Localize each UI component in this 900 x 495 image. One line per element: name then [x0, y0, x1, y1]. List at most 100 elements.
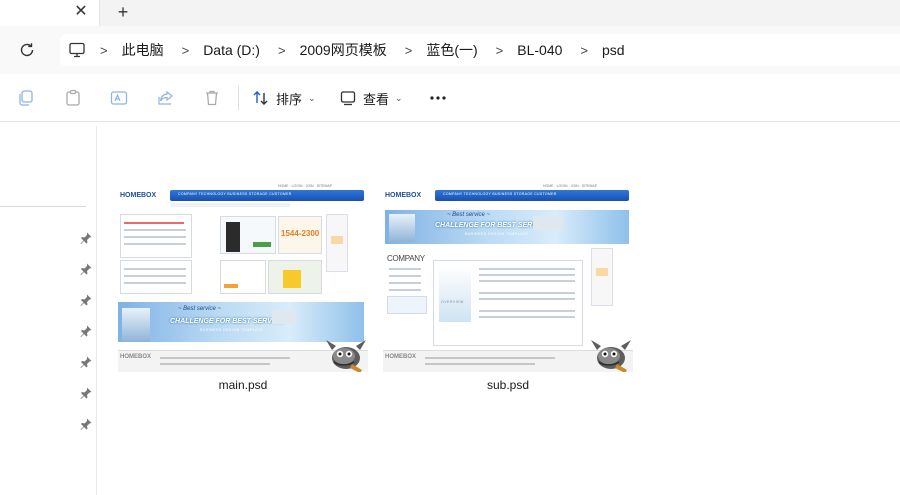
chevron-right-icon: > — [404, 42, 413, 58]
thumbnail-footer-line — [160, 363, 270, 365]
chevron-right-icon: > — [277, 42, 286, 58]
thumbnail-quickmenu — [591, 248, 613, 306]
thumbnail-line — [389, 289, 421, 291]
thumbnail-footer-line — [425, 363, 535, 365]
gimp-app-icon — [326, 340, 366, 372]
thumbnail-board-box — [120, 260, 192, 294]
thumbnail-line — [479, 310, 575, 312]
file-name[interactable]: sub.psd — [383, 378, 633, 392]
address-bar: > 此电脑 > Data (D:) > 2009网页模板 > 蓝色(一) > B… — [0, 26, 900, 74]
thumbnail-quickmenu-item — [596, 268, 608, 276]
thumbnail-company-heading: COMPANY — [387, 254, 425, 263]
breadcrumb-folder-psd[interactable]: psd — [602, 42, 625, 58]
breadcrumb-folder-templates[interactable]: 2009网页模板 — [300, 40, 387, 60]
pin-icon[interactable] — [79, 231, 93, 245]
sort-label: 排序 — [276, 91, 303, 107]
share-icon[interactable] — [156, 88, 176, 108]
thumbnail-line — [479, 274, 575, 276]
thumbnail-banner-buildings — [389, 214, 415, 242]
thumbnail-building — [283, 270, 301, 288]
view-label: 查看 — [363, 91, 390, 107]
copy-icon[interactable] — [16, 88, 36, 108]
thumbnail-footer-line — [425, 357, 555, 359]
thumbnail-banner-device — [272, 310, 296, 324]
thumbnail-line — [124, 275, 186, 277]
thumbnail-side-banner — [387, 296, 427, 314]
thumbnail-logo: HOMEBOX — [120, 192, 157, 199]
thumbnail-topmenu: HOME · LOGIN · JOIN · SITEMAP — [278, 184, 333, 188]
thumbnail-orange-button — [224, 284, 238, 288]
toolbar-divider — [238, 86, 239, 110]
file-thumbnail[interactable]: HOME · LOGIN · JOIN · SITEMAP HOMEBOX CO… — [383, 182, 633, 372]
this-pc-icon[interactable] — [68, 41, 86, 59]
pin-icon[interactable] — [79, 262, 93, 276]
thumbnail-line — [389, 275, 421, 277]
thumbnail-line — [479, 316, 575, 318]
sort-icon — [253, 91, 268, 105]
active-tab[interactable]: ✕ — [0, 0, 100, 26]
command-bar: 排序 ⌄ 查看 ⌄ — [0, 74, 900, 122]
chevron-right-icon: > — [495, 42, 504, 58]
thumbnail-line — [479, 298, 575, 300]
thumbnail-nav-text: COMPANY TECHNOLOGY BUSINESS STORAGE CUST… — [178, 192, 292, 196]
chevron-down-icon: ⌄ — [308, 92, 316, 103]
thumbnail-info-box — [220, 260, 266, 294]
paste-icon[interactable] — [63, 88, 83, 108]
thumbnail-banner-device — [533, 216, 563, 230]
breadcrumb[interactable]: > 此电脑 > Data (D:) > 2009网页模板 > 蓝色(一) > B… — [60, 34, 900, 66]
refresh-icon[interactable] — [16, 39, 38, 61]
sort-button[interactable]: 排序 ⌄ — [252, 86, 316, 110]
view-icon — [340, 91, 356, 106]
thumbnail-logo: HOMEBOX — [385, 192, 422, 199]
file-name[interactable]: main.psd — [118, 378, 368, 392]
thumbnail-banner-script: ~ Best service ~ — [178, 306, 222, 312]
thumbnail-subnav — [170, 203, 290, 207]
delete-icon[interactable] — [202, 88, 222, 108]
rename-icon[interactable] — [109, 88, 129, 108]
thumbnail-banner-buildings — [122, 308, 150, 342]
view-button[interactable]: 查看 ⌄ — [339, 86, 403, 110]
thumbnail-line — [124, 243, 186, 245]
thumbnail-banner-title: CHALLENGE FOR BEST SERVICE — [170, 318, 284, 325]
thumbnail-green-button — [253, 242, 271, 247]
chevron-right-icon: > — [181, 42, 190, 58]
navigation-pane — [0, 126, 97, 495]
thumbnail-phone: 1544-2300 — [281, 229, 320, 238]
thumbnail-overview-label: OVERVIEW — [441, 300, 464, 304]
pin-icon[interactable] — [79, 417, 93, 431]
thumbnail-footer-line — [160, 357, 290, 359]
chevron-right-icon: > — [580, 42, 588, 58]
file-thumbnail[interactable]: HOME · LOGIN · JOIN · SITEMAP HOMEBOX CO… — [118, 182, 368, 372]
breadcrumb-drive[interactable]: Data (D:) — [203, 42, 260, 58]
breadcrumb-folder-blue[interactable]: 蓝色(一) — [426, 40, 477, 60]
gimp-app-icon — [591, 340, 631, 372]
thumbnail-line — [124, 236, 186, 238]
thumbnail-line — [479, 268, 575, 270]
breadcrumb-folder-bl040[interactable]: BL-040 — [517, 42, 562, 58]
thumbnail-nav-text: COMPANY TECHNOLOGY BUSINESS STORAGE CUST… — [443, 192, 557, 196]
pin-icon[interactable] — [79, 386, 93, 400]
thumbnail-banner-subtitle: BUSINESS DESIGN TEMPLATE — [200, 328, 264, 332]
pin-icon[interactable] — [79, 293, 93, 307]
thumbnail-quickmenu-item — [331, 236, 343, 244]
thumbnail-banner-subtitle: BUSINESS DESIGN TEMPLATE — [465, 232, 529, 236]
thumbnail-line — [389, 282, 421, 284]
close-tab-icon[interactable]: ✕ — [70, 2, 92, 22]
pin-icon[interactable] — [79, 324, 93, 338]
thumbnail-footer-logo: HOMEBOX — [385, 354, 417, 360]
chevron-right-icon: > — [100, 42, 108, 58]
breadcrumb-this-pc[interactable]: 此电脑 — [122, 40, 164, 60]
nav-divider — [0, 206, 86, 207]
pin-icon[interactable] — [79, 355, 93, 369]
more-icon[interactable] — [428, 88, 448, 108]
thumbnail-topmenu: HOME · LOGIN · JOIN · SITEMAP — [543, 184, 598, 188]
chevron-down-icon: ⌄ — [395, 92, 403, 103]
thumbnail-line — [124, 229, 186, 231]
thumbnail-banner-script: ~ Best service ~ — [447, 212, 491, 218]
new-tab-icon[interactable]: + — [112, 2, 134, 22]
thumbnail-line — [124, 222, 184, 224]
thumbnail-banner-title: CHALLENGE FOR BEST SERVICE — [435, 222, 549, 229]
thumbnail-person — [226, 222, 240, 252]
thumbnail-line — [389, 268, 421, 270]
thumbnail-line — [124, 268, 186, 270]
